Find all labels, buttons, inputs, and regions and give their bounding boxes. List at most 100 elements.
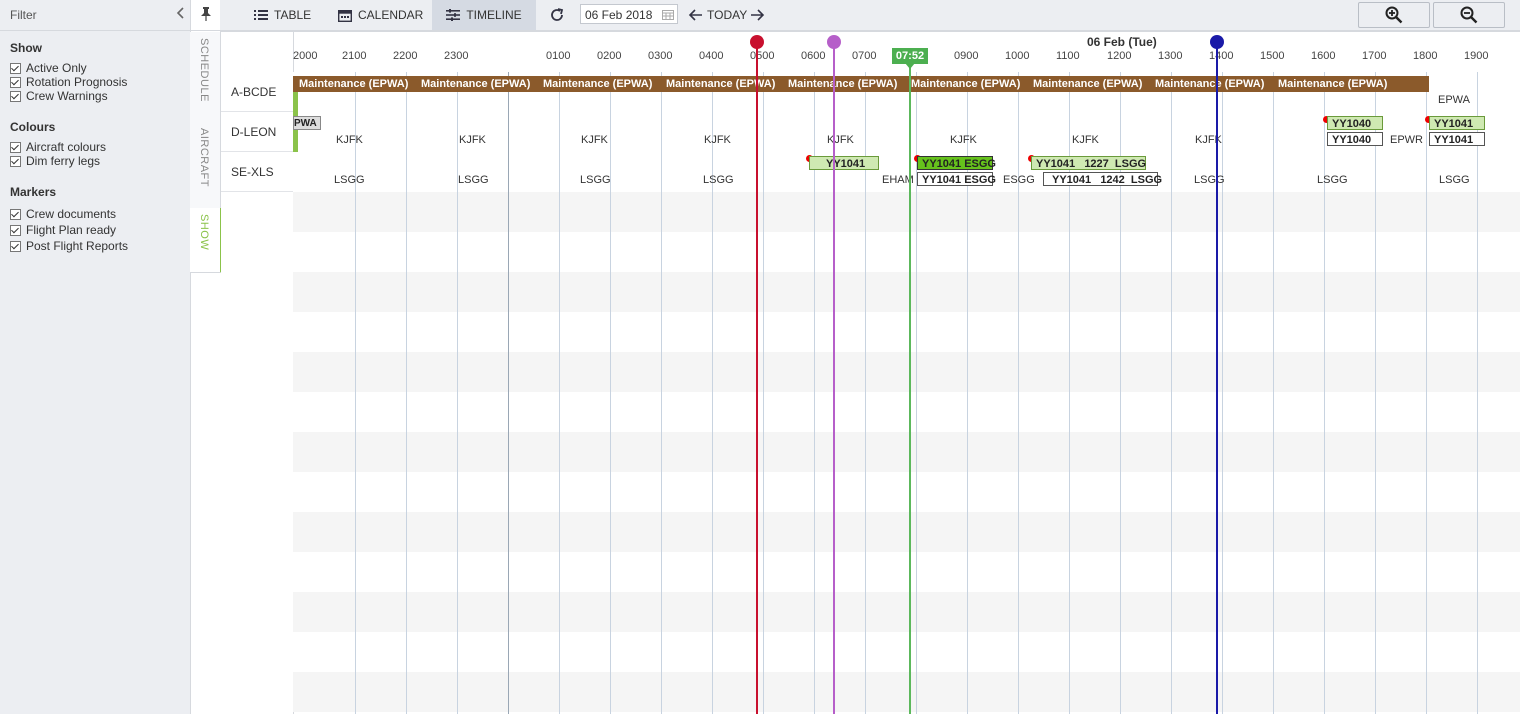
grid-line — [1477, 72, 1478, 714]
flight-block[interactable]: YY1040 — [1327, 116, 1383, 130]
collapse-chevron-icon[interactable] — [176, 6, 190, 22]
checkbox-label: Post Flight Reports — [26, 239, 129, 253]
checkbox-icon[interactable] — [10, 62, 21, 74]
maintenance-block[interactable]: Maintenance (EPWA) — [1272, 76, 1429, 92]
timeline-row — [293, 632, 1520, 672]
maintenance-block[interactable]: Maintenance (EPWA) — [293, 76, 415, 92]
checkbox-flight-plan-ready[interactable]: Flight Plan ready — [10, 222, 116, 238]
date-value: 06 Feb 2018 — [585, 8, 653, 22]
marker-handle-purple[interactable] — [827, 35, 841, 49]
airport-label: LSGG — [703, 174, 734, 186]
airport-label: LSGG — [1194, 174, 1225, 186]
aircraft-registration: SE-XLS — [231, 164, 274, 179]
refresh-icon[interactable] — [549, 7, 565, 23]
zoom-out-icon — [1460, 6, 1478, 24]
calendar-label: CALENDAR — [358, 8, 424, 22]
zoom-in-button[interactable] — [1358, 2, 1430, 28]
tab-show[interactable]: SHOW — [190, 208, 223, 273]
section-title-show: Show — [10, 41, 42, 55]
checkbox-icon[interactable] — [10, 141, 21, 153]
timeline-row — [293, 312, 1520, 352]
maintenance-block[interactable]: Maintenance (EPWA) — [1027, 76, 1149, 92]
row-label-d-leon[interactable]: D-LEON — [221, 112, 293, 152]
maintenance-block[interactable]: Maintenance (EPWA) — [1149, 76, 1272, 92]
checkbox-label: Crew Warnings — [26, 89, 108, 103]
maintenance-block[interactable]: Maintenance (EPWA) — [537, 76, 660, 92]
flight-block-active[interactable]: YY1041 ESGG — [917, 156, 996, 170]
flight-block-prognosis[interactable]: YY1041 1242 LSGG — [1043, 172, 1162, 186]
timeline-row — [293, 592, 1520, 632]
marker-handle-blue[interactable] — [1210, 35, 1224, 49]
date-input[interactable]: 06 Feb 2018 — [580, 4, 678, 24]
hour-label: 1300 — [1158, 50, 1183, 62]
grid-line-midnight — [508, 72, 509, 714]
airport-label: EPWA — [1438, 94, 1470, 106]
checkbox-post-flight-reports[interactable]: Post Flight Reports — [10, 238, 128, 254]
row-label-se-xls[interactable]: SE-XLS — [221, 152, 293, 192]
checkbox-crew-warnings[interactable]: Crew Warnings — [10, 88, 108, 104]
section-title-markers: Markers — [10, 185, 57, 199]
checkbox-icon[interactable] — [10, 76, 21, 88]
hour-label: 1000 — [1005, 50, 1030, 62]
flight-block-prognosis[interactable]: YY1041 ESGG — [917, 172, 996, 186]
zoom-in-icon — [1385, 6, 1403, 24]
grid-line — [712, 72, 713, 714]
timeline-row — [293, 192, 1520, 232]
hour-label: 2300 — [444, 50, 469, 62]
next-arrow-icon[interactable] — [749, 7, 765, 23]
filter-header: Filter — [0, 0, 220, 31]
pin-icon[interactable] — [200, 6, 214, 22]
row-label-a-bcde[interactable]: A-BCDE — [221, 72, 293, 112]
hour-label: 1100 — [1056, 50, 1080, 62]
flight-block[interactable]: YY1041 — [809, 156, 879, 170]
checkbox-label: Flight Plan ready — [26, 223, 117, 237]
grid-line — [457, 72, 458, 714]
checkbox-label: Aircraft colours — [26, 140, 107, 154]
marker-handle-red[interactable] — [750, 35, 764, 49]
flight-block[interactable]: YY1041 1227 LSGG — [1031, 156, 1146, 170]
grid-line — [559, 72, 560, 714]
timeline-row — [293, 232, 1520, 272]
hour-label: 1900 — [1464, 50, 1489, 62]
table-view-button[interactable]: TABLE — [250, 0, 315, 30]
flight-block-prognosis[interactable]: YY1041 — [1429, 132, 1485, 146]
hour-label: 1600 — [1311, 50, 1336, 62]
calendar-picker-icon[interactable] — [662, 9, 674, 20]
timeline-view-button[interactable]: TIMELINE — [432, 0, 536, 30]
zoom-out-button[interactable] — [1433, 2, 1505, 28]
checkbox-crew-documents[interactable]: Crew documents — [10, 206, 116, 222]
grid-line — [1171, 72, 1172, 714]
checkbox-icon[interactable] — [10, 240, 21, 252]
timeline-grid: 2000 2100 2200 2300 0100 0200 0300 0400 … — [293, 32, 1520, 714]
checkbox-icon[interactable] — [10, 155, 21, 167]
checkbox-icon[interactable] — [10, 90, 21, 102]
tab-schedule[interactable]: SCHEDULE — [190, 32, 221, 123]
flight-block-partial[interactable]: PWA — [293, 116, 321, 130]
hour-label: 0600 — [801, 50, 826, 62]
maintenance-block[interactable]: Maintenance (EPWA) — [415, 76, 537, 92]
tab-aircraft[interactable]: AIRCRAFT — [190, 122, 221, 209]
maintenance-block[interactable]: Maintenance (EPWA) — [660, 76, 782, 92]
timeline-row — [293, 512, 1520, 552]
calendar-view-button[interactable]: CALENDAR — [334, 0, 427, 30]
section-title-colours: Colours — [10, 120, 56, 134]
maintenance-block[interactable]: Maintenance (EPWA) — [905, 76, 1027, 92]
flight-block-prognosis[interactable]: YY1040 — [1327, 132, 1383, 146]
grid-line — [661, 72, 662, 714]
maintenance-block[interactable]: Maintenance (EPWA) — [782, 76, 905, 92]
checkbox-icon[interactable] — [10, 208, 21, 220]
date-header: 06 Feb (Tue) — [1087, 35, 1157, 49]
today-button[interactable]: TODAY — [707, 0, 747, 30]
timeline-row — [293, 552, 1520, 592]
hour-label: 0400 — [699, 50, 724, 62]
timeline-icon — [446, 9, 461, 21]
table-label: TABLE — [274, 8, 312, 22]
checkbox-dim-ferry-legs[interactable]: Dim ferry legs — [10, 153, 100, 169]
today-label: TODAY — [707, 8, 748, 22]
tab-label: AIRCRAFT — [198, 128, 210, 187]
previous-arrow-icon[interactable] — [688, 7, 704, 23]
checkbox-icon[interactable] — [10, 224, 21, 236]
hour-label: 2000 — [293, 50, 318, 62]
airport-label: KJFK — [459, 134, 486, 146]
flight-block[interactable]: YY1041 — [1429, 116, 1485, 130]
